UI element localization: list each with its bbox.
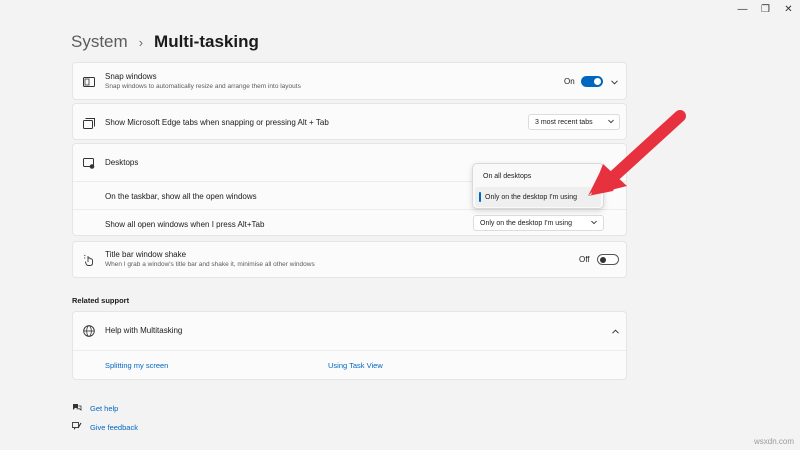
maximize-button[interactable]: ❐ — [754, 0, 777, 18]
shake-toggle[interactable] — [597, 254, 619, 265]
feedback-icon — [72, 418, 82, 436]
flyout-option-all-desktops[interactable]: On all desktops — [473, 166, 603, 186]
give-feedback-link[interactable]: Give feedback — [90, 423, 138, 432]
close-button[interactable]: ✕ — [777, 0, 800, 18]
chevron-up-icon[interactable] — [611, 327, 619, 335]
page-title: Multi-tasking — [154, 32, 259, 51]
edge-tabs-title: Show Microsoft Edge tabs when snapping o… — [105, 118, 329, 127]
shake-title: Title bar window shake — [105, 250, 187, 259]
shake-icon — [82, 253, 96, 267]
breadcrumb-separator: › — [138, 34, 144, 50]
shake-subtitle: When I grab a window's title bar and sha… — [105, 261, 315, 268]
chevron-down-icon[interactable] — [610, 78, 618, 86]
get-help-icon — [72, 399, 82, 417]
snap-windows-icon — [82, 75, 96, 89]
watermark: wsxdn.com — [753, 437, 794, 446]
snap-windows-card[interactable]: Snap windows Snap windows to automatical… — [72, 62, 627, 100]
window-controls: — ❐ ✕ — [731, 0, 800, 18]
desktops-divider — [73, 209, 626, 210]
shake-state: Off — [579, 255, 590, 264]
related-divider — [73, 350, 626, 351]
taskbar-windows-label: On the taskbar, show all the open window… — [105, 192, 257, 201]
chevron-down-icon — [591, 220, 597, 227]
close-icon: ✕ — [784, 3, 793, 15]
alttab-windows-label: Show all open windows when I press Alt+T… — [105, 220, 265, 229]
globe-icon — [82, 324, 96, 338]
related-support-heading: Related support — [72, 296, 130, 305]
breadcrumb: System › Multi-tasking — [71, 32, 259, 52]
selection-indicator — [479, 192, 481, 202]
alttab-dropdown[interactable]: Only on the desktop I'm using — [473, 215, 604, 231]
give-feedback-row[interactable]: Give feedback — [72, 418, 138, 436]
minimize-icon: — — [737, 3, 748, 15]
desktops-icon — [82, 156, 96, 170]
edge-tabs-dropdown[interactable]: 3 most recent tabs — [528, 114, 620, 130]
edge-tabs-selected: 3 most recent tabs — [535, 118, 593, 126]
get-help-row[interactable]: Get help — [72, 399, 118, 417]
edge-tabs-card: Show Microsoft Edge tabs when snapping o… — [72, 103, 627, 140]
snap-windows-subtitle: Snap windows to automatically resize and… — [105, 83, 301, 90]
alttab-selected: Only on the desktop I'm using — [480, 219, 572, 227]
snap-windows-title: Snap windows — [105, 72, 157, 81]
get-help-link[interactable]: Get help — [90, 404, 118, 413]
link-task-view[interactable]: Using Task View — [328, 361, 383, 370]
link-splitting-screen[interactable]: Splitting my screen — [105, 361, 168, 370]
flyout-option-current-desktop[interactable]: Only on the desktop I'm using — [475, 187, 601, 207]
help-multitasking-title[interactable]: Help with Multitasking — [105, 326, 182, 335]
breadcrumb-system[interactable]: System — [71, 32, 128, 52]
snap-windows-toggle[interactable] — [581, 76, 603, 87]
minimize-button[interactable]: — — [731, 0, 754, 18]
title-bar-shake-card: Title bar window shake When I grab a win… — [72, 241, 627, 278]
related-support-card: Help with Multitasking Splitting my scre… — [72, 311, 627, 380]
flyout-option-label: On all desktops — [483, 172, 532, 180]
edge-tabs-icon — [82, 116, 96, 130]
maximize-icon: ❐ — [761, 3, 770, 15]
chevron-down-icon — [608, 119, 614, 126]
snap-windows-state: On — [564, 77, 575, 86]
desktops-flyout-menu: On all desktops Only on the desktop I'm … — [472, 163, 604, 209]
desktops-title: Desktops — [105, 158, 139, 167]
flyout-option-label: Only on the desktop I'm using — [485, 193, 577, 201]
